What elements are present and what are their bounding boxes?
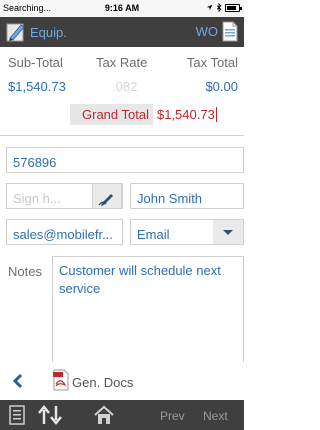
grand-total-row: Grand Total $1,540.73 — [70, 103, 217, 125]
next-button[interactable]: Next — [203, 409, 228, 423]
notes-value: Customer will schedule next service — [59, 263, 221, 296]
back-chevron-icon[interactable] — [12, 373, 24, 389]
pdf-icon[interactable] — [53, 369, 69, 391]
dropdown-arrow-area[interactable] — [213, 220, 243, 244]
name-field[interactable]: John Smith — [130, 183, 244, 209]
tax-rate-header: Tax Rate — [96, 55, 148, 70]
tax-total-header: Tax Total — [186, 55, 238, 70]
name-value: John Smith — [137, 191, 203, 206]
notes-label: Notes — [8, 264, 42, 279]
edit-pencil-icon — [6, 23, 25, 42]
contact-method-value: Email — [137, 227, 170, 242]
bottom-nav: Gen. Docs — [0, 362, 244, 400]
equip-label: Equip. — [30, 24, 67, 40]
status-bar: Searching... 9:16 AM — [0, 0, 244, 17]
sort-arrows-icon[interactable] — [38, 404, 62, 426]
equip-button[interactable]: Equip. — [6, 21, 67, 43]
email-value: sales@mobilefr... — [13, 227, 113, 242]
sign-button[interactable] — [92, 183, 122, 209]
notes-textarea[interactable]: Customer will schedule next service — [52, 256, 244, 363]
subtotal-value: $1,540.73 — [8, 79, 66, 94]
location-icon — [206, 4, 213, 11]
tax-total-value: $0.00 — [205, 79, 238, 94]
wo-label: WO — [195, 24, 218, 39]
gen-docs-label[interactable]: Gen. Docs — [72, 375, 133, 390]
signature-placeholder: Sign h... — [13, 191, 61, 206]
email-field[interactable]: sales@mobilefr... — [6, 219, 123, 245]
grand-total-value: $1,540.73 — [153, 106, 217, 122]
tax-rate-field[interactable]: .082 — [112, 79, 137, 94]
bottom-toolbar: Prev Next — [0, 400, 244, 430]
status-icons — [206, 3, 242, 12]
document-icon — [222, 21, 238, 42]
divider — [0, 135, 244, 136]
phone-value: 576896 — [13, 155, 57, 170]
chevron-down-icon — [223, 230, 233, 235]
header-bar: Equip. WO — [0, 17, 244, 47]
signature-pencil-icon — [98, 194, 113, 206]
prev-button[interactable]: Prev — [160, 409, 185, 423]
subtotal-header: Sub-Total — [8, 55, 63, 70]
battery-icon — [225, 3, 242, 12]
contact-method-select[interactable]: Email — [130, 219, 244, 245]
phone-field[interactable]: 576896 — [6, 147, 244, 173]
wo-button[interactable]: WO — [196, 21, 238, 42]
grand-total-label: Grand Total — [70, 103, 153, 125]
bluetooth-icon — [216, 3, 222, 12]
home-icon[interactable] — [93, 405, 115, 425]
list-icon[interactable] — [9, 405, 25, 425]
